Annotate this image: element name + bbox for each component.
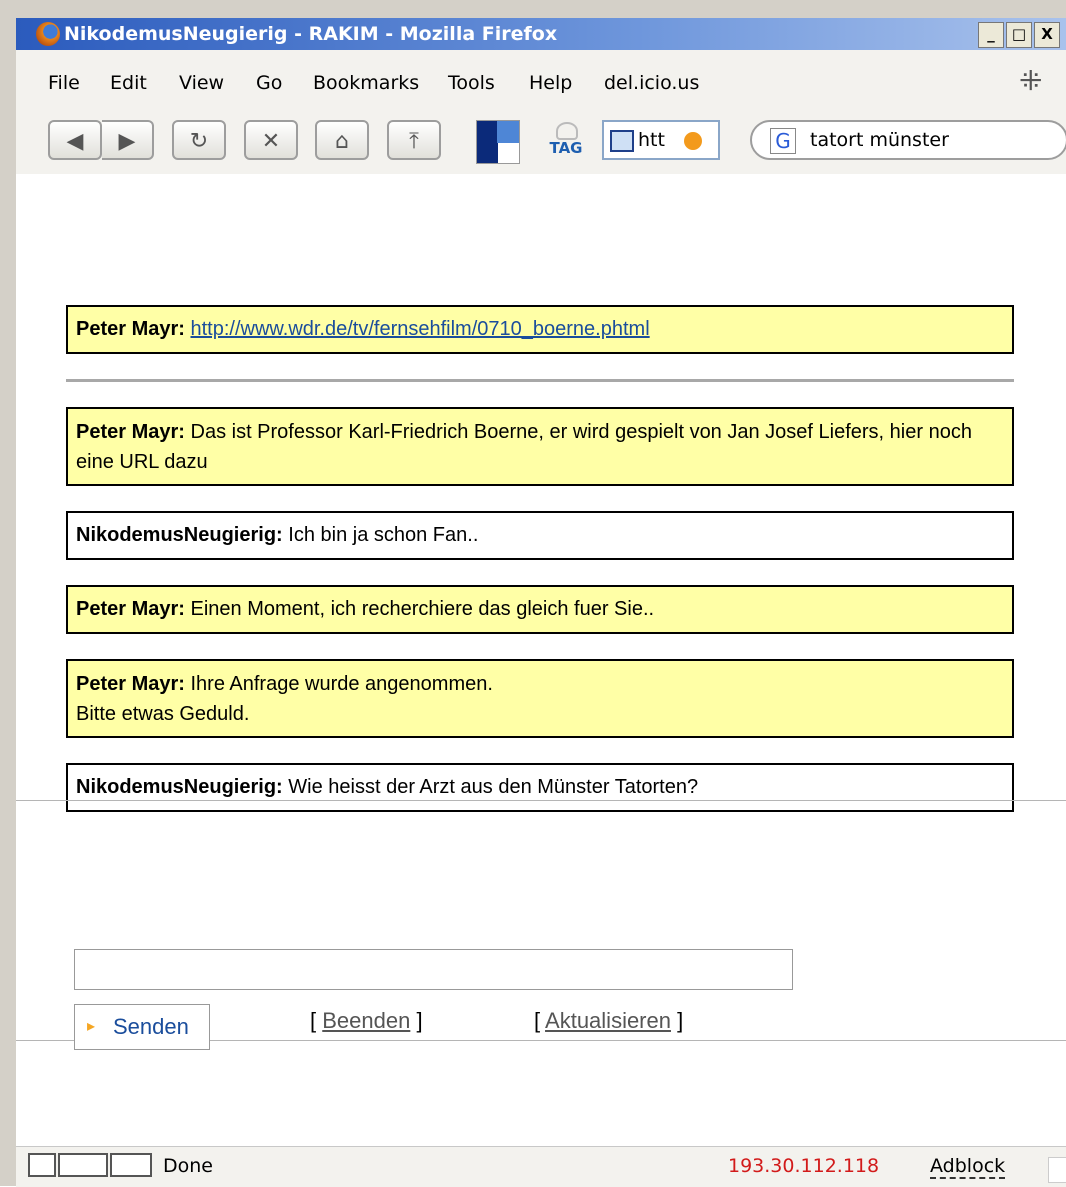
- throbber-icon: ⁜: [1019, 64, 1043, 97]
- go-icon[interactable]: [684, 132, 702, 150]
- home-icon: ⌂: [335, 129, 349, 154]
- reload-icon: ↻: [189, 129, 209, 154]
- message-sender: Peter Mayr:: [76, 673, 185, 695]
- stop-button[interactable]: ✕: [244, 120, 298, 160]
- adblock-button[interactable]: Adblock: [930, 1155, 1006, 1179]
- send-button[interactable]: ▸ Senden: [74, 1004, 210, 1050]
- message-text: Ihre Anfrage wurde angenommen.: [190, 673, 493, 695]
- search-input[interactable]: tatort münster: [810, 129, 949, 151]
- message-link[interactable]: http://www.wdr.de/tv/fernsehfilm/0710_bo…: [191, 318, 650, 340]
- reload-button[interactable]: ↻: [172, 120, 226, 160]
- menu-edit[interactable]: Edit: [110, 72, 147, 94]
- back-button[interactable]: ◀: [48, 120, 102, 160]
- tag-button[interactable]: TAG: [546, 120, 586, 160]
- chat-message: Peter Mayr: Ihre Anfrage wurde angenomme…: [66, 659, 1014, 738]
- ruler-icon[interactable]: [58, 1153, 108, 1177]
- bracket-open: [: [310, 1008, 317, 1033]
- chat-message: NikodemusNeugierig: Wie heisst der Arzt …: [66, 763, 1014, 812]
- menu-help[interactable]: Help: [529, 72, 572, 94]
- forward-button[interactable]: ▶: [102, 120, 154, 160]
- quit-link-wrapper: [ Beenden ]: [310, 1008, 423, 1034]
- message-text: Wie heisst der Arzt aus den Münster Tato…: [288, 776, 699, 798]
- tag-icon: TAG: [549, 139, 583, 157]
- menu-view[interactable]: View: [179, 72, 224, 94]
- refresh-link[interactable]: Aktualisieren: [545, 1008, 671, 1033]
- title-bar: NikodemusNeugierig - RAKIM - Mozilla Fir…: [16, 18, 1066, 50]
- send-label: Senden: [113, 1014, 189, 1039]
- back-icon: ◀: [66, 129, 84, 154]
- address-text: htt: [638, 129, 665, 151]
- minimize-button[interactable]: _: [978, 22, 1004, 48]
- status-text: Done: [163, 1155, 213, 1177]
- message-text-line2: Bitte etwas Geduld.: [76, 703, 250, 725]
- menu-bookmarks[interactable]: Bookmarks: [313, 72, 419, 94]
- pen-icon[interactable]: [110, 1153, 152, 1177]
- firefox-icon: [36, 22, 60, 46]
- divider: [66, 379, 1014, 382]
- chat-message: NikodemusNeugierig: Ich bin ja schon Fan…: [66, 511, 1014, 560]
- message-text: Einen Moment, ich recherchiere das gleic…: [190, 598, 655, 620]
- page-icon: [610, 130, 634, 152]
- chat-message: Peter Mayr: Einen Moment, ich recherchie…: [66, 585, 1014, 634]
- message-sender: NikodemusNeugierig:: [76, 524, 283, 546]
- bracket-close: ]: [416, 1008, 423, 1033]
- google-icon[interactable]: G: [770, 128, 796, 154]
- bookmark-add-icon: ⤒: [409, 129, 419, 154]
- layout-icon[interactable]: [28, 1153, 56, 1177]
- status-bar: Done 193.30.112.118 Adblock: [16, 1146, 1066, 1187]
- forward-icon: ▶: [118, 129, 136, 154]
- message-input[interactable]: [74, 949, 793, 990]
- message-sender: Peter Mayr:: [76, 318, 185, 340]
- quit-link[interactable]: Beenden: [322, 1008, 410, 1033]
- maximize-button[interactable]: □: [1006, 22, 1032, 48]
- bracket-open: [: [534, 1008, 541, 1033]
- background-window-edge: [0, 0, 16, 1186]
- message-text: Das ist Professor Karl-Friedrich Boerne,…: [76, 421, 972, 473]
- chat-message: Peter Mayr: Das ist Professor Karl-Fried…: [66, 407, 1014, 486]
- frame-border: [16, 800, 1066, 801]
- menu-delicious[interactable]: del.icio.us: [604, 72, 699, 94]
- message-sender: Peter Mayr:: [76, 598, 185, 620]
- resize-grip-icon[interactable]: [1048, 1157, 1066, 1183]
- menu-bar: File Edit View Go Bookmarks Tools Help d…: [16, 50, 1066, 112]
- navigation-toolbar: ◀ ▶ ↻ ✕ ⌂ ⤒ TAG htt G tatort münster: [16, 112, 1066, 174]
- bracket-close: ]: [677, 1008, 684, 1033]
- background-window-top: [0, 0, 1066, 18]
- arrow-icon: ▸: [87, 1018, 96, 1035]
- address-bar[interactable]: htt: [602, 120, 720, 160]
- menu-file[interactable]: File: [48, 72, 80, 94]
- bookmark-button[interactable]: ⤒: [387, 120, 441, 160]
- refresh-link-wrapper: [ Aktualisieren ]: [534, 1008, 683, 1034]
- window-title: NikodemusNeugierig - RAKIM - Mozilla Fir…: [64, 23, 558, 45]
- message-text: Ich bin ja schon Fan..: [288, 524, 479, 546]
- menu-go[interactable]: Go: [256, 72, 282, 94]
- chat-message: Peter Mayr: http://www.wdr.de/tv/fernseh…: [66, 305, 1014, 354]
- stop-icon: ✕: [261, 129, 281, 154]
- message-sender: Peter Mayr:: [76, 421, 185, 443]
- menu-tools[interactable]: Tools: [448, 72, 495, 94]
- message-sender: NikodemusNeugierig:: [76, 776, 283, 798]
- ip-address: 193.30.112.118: [728, 1155, 880, 1177]
- quickstart-icon[interactable]: [476, 120, 520, 164]
- home-button[interactable]: ⌂: [315, 120, 369, 160]
- search-bar[interactable]: G tatort münster: [750, 120, 1066, 160]
- close-button[interactable]: X: [1034, 22, 1060, 48]
